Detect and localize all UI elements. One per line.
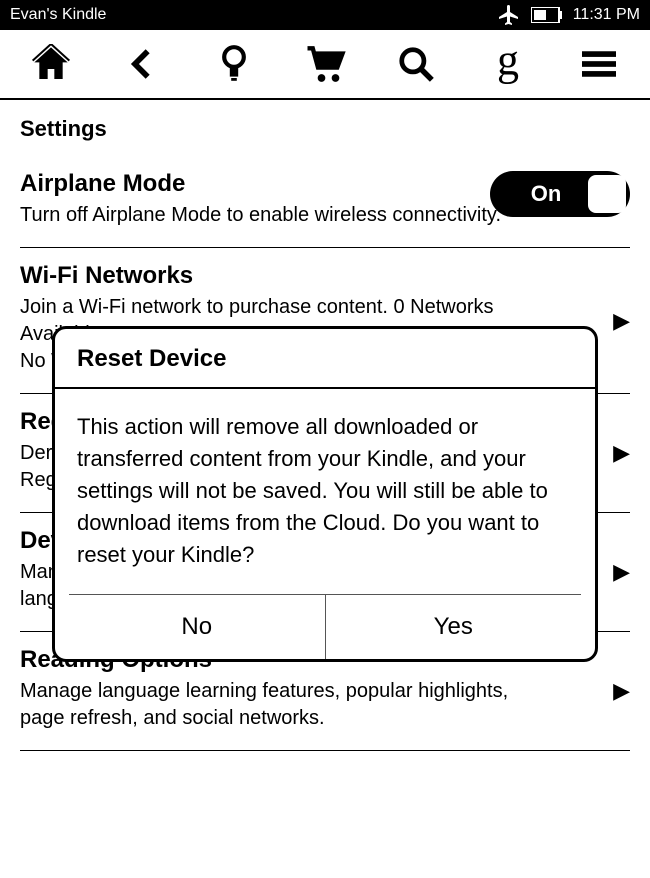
chevron-right-icon: ▶ — [613, 440, 630, 466]
airplane-mode-toggle[interactable]: On — [490, 171, 630, 217]
yes-button[interactable]: Yes — [325, 595, 582, 659]
dialog-title: Reset Device — [55, 329, 595, 389]
no-button[interactable]: No — [69, 595, 325, 659]
menu-button[interactable] — [564, 34, 634, 94]
battery-icon — [531, 7, 563, 23]
toolbar: g — [0, 30, 650, 100]
back-button[interactable] — [107, 34, 177, 94]
device-name: Evan's Kindle — [10, 6, 497, 24]
goodreads-button[interactable]: g — [473, 34, 543, 94]
cart-button[interactable] — [290, 34, 360, 94]
airplane-mode-icon — [497, 3, 521, 27]
clock: 11:31 PM — [573, 6, 640, 24]
chevron-right-icon: ▶ — [613, 678, 630, 704]
light-button[interactable] — [199, 34, 269, 94]
setting-title: Wi-Fi Networks — [20, 262, 630, 290]
setting-desc: Turn off Airplane Mode to enable wireles… — [20, 202, 557, 229]
dialog-buttons: No Yes — [69, 594, 581, 659]
page-title: Settings — [20, 116, 630, 142]
status-bar: Evan's Kindle 11:31 PM — [0, 0, 650, 30]
home-button[interactable] — [16, 34, 86, 94]
setting-airplane-mode: Airplane Mode Turn off Airplane Mode to … — [20, 156, 630, 248]
toggle-label: On — [490, 181, 588, 207]
reset-device-dialog: Reset Device This action will remove all… — [52, 326, 598, 662]
chevron-right-icon: ▶ — [613, 308, 630, 334]
dialog-body: This action will remove all downloaded o… — [55, 389, 595, 594]
toggle-knob — [588, 175, 626, 213]
setting-desc: Manage language learning features, popul… — [20, 678, 557, 732]
search-button[interactable] — [381, 34, 451, 94]
status-right: 11:31 PM — [497, 3, 640, 27]
chevron-right-icon: ▶ — [613, 559, 630, 585]
svg-text:g: g — [497, 42, 519, 84]
